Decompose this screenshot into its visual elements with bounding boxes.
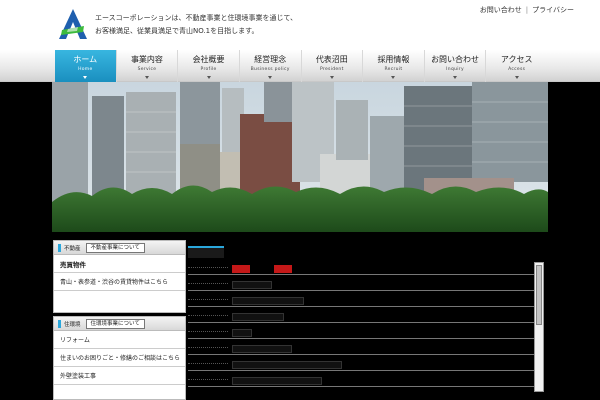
nav-item-policy[interactable]: 経営理念 Business policy — [240, 50, 302, 82]
row-divider — [188, 315, 228, 316]
hero-image — [52, 82, 548, 232]
news-panel — [188, 240, 543, 400]
box-header: 不動産 不動産事業について — [54, 241, 185, 255]
nav-sublabel: President — [319, 67, 344, 72]
news-row[interactable] — [188, 376, 538, 387]
nav-label: アクセス — [500, 55, 533, 64]
exterior-paint-link[interactable]: 外壁塗装工事 — [54, 367, 185, 385]
news-text — [232, 345, 292, 353]
living-environment-box: 住環境 住環境事業について リフォーム 住まいのお困りごと・修繕のご相談はこちら… — [53, 316, 186, 400]
rental-properties-link[interactable]: 青山・表参道・渋谷の賃貸物件はこちら — [54, 273, 185, 291]
new-badge — [274, 265, 292, 273]
news-text — [232, 377, 322, 385]
news-text — [232, 313, 284, 321]
news-tab[interactable] — [188, 246, 224, 258]
nav-item-service[interactable]: 事業内容 Service — [117, 50, 179, 82]
row-divider — [188, 331, 228, 332]
row-divider — [188, 299, 228, 300]
row-divider — [188, 363, 228, 364]
tagline-line-1: エースコーポレーションは、不動産事業と住環境事業を通じて、 — [95, 14, 298, 22]
box-category: 住環境 — [64, 321, 81, 328]
news-row[interactable] — [188, 264, 538, 275]
new-badge — [232, 265, 250, 273]
nav-label: 事業内容 — [130, 55, 163, 64]
top-links: お問い合わせ | プライバシー — [476, 5, 578, 15]
nav-sublabel: Home — [78, 67, 93, 72]
row-divider — [188, 379, 228, 380]
city-skyline-image — [52, 82, 548, 232]
nav-item-access[interactable]: アクセス Access — [486, 50, 547, 82]
caret-down-icon — [206, 76, 211, 79]
accent-bar-icon — [58, 243, 61, 252]
news-row[interactable] — [188, 344, 538, 355]
scrollbar-thumb[interactable] — [536, 265, 542, 325]
news-text — [232, 361, 342, 369]
news-row[interactable] — [188, 280, 538, 291]
news-row[interactable] — [188, 312, 538, 323]
nav-label: お問い合わせ — [431, 55, 480, 64]
box-category: 不動産 — [64, 245, 81, 252]
news-row[interactable] — [188, 360, 538, 371]
nav-sublabel: Business policy — [250, 67, 290, 72]
caret-down-icon — [329, 76, 334, 79]
real-estate-box: 不動産 不動産事業について 売買物件 青山・表参道・渋谷の賃貸物件はこちら — [53, 240, 186, 313]
nav-items: ホーム Home 事業内容 Service 会社概要 Profile 経営理念 … — [55, 50, 547, 82]
top-link-privacy[interactable]: プライバシー — [528, 5, 578, 15]
nav-label: 経営理念 — [254, 55, 287, 64]
news-row[interactable] — [188, 296, 538, 307]
main-nav: ホーム Home 事業内容 Service 会社概要 Profile 経営理念 … — [0, 50, 600, 82]
reform-link[interactable]: リフォーム — [54, 331, 185, 349]
nav-item-president[interactable]: 代表沼田 President — [302, 50, 364, 82]
nav-sublabel: Access — [508, 67, 526, 72]
nav-sublabel: Service — [137, 67, 157, 72]
nav-item-recruit[interactable]: 採用情報 Recruit — [363, 50, 425, 82]
nav-label: 代表沼田 — [315, 55, 348, 64]
nav-item-home[interactable]: ホーム Home — [55, 50, 117, 82]
nav-sublabel: Inquiry — [446, 67, 464, 72]
tagline: エースコーポレーションは、不動産事業と住環境事業を通じて、 お客様満足、従業員満… — [95, 12, 297, 38]
accent-bar-icon — [58, 319, 61, 328]
repair-consult-link[interactable]: 住まいのお困りごと・修繕のご相談はこちら — [54, 349, 185, 367]
news-text — [232, 281, 272, 289]
row-divider — [188, 267, 228, 268]
caret-down-icon — [144, 76, 149, 79]
caret-down-icon — [83, 76, 88, 79]
caret-down-icon — [391, 76, 396, 79]
nav-label: ホーム — [73, 55, 98, 64]
nav-item-inquiry[interactable]: お問い合わせ Inquiry — [425, 50, 487, 82]
caret-down-icon — [453, 76, 458, 79]
sales-properties-link[interactable]: 売買物件 — [54, 255, 185, 273]
caret-down-icon — [268, 76, 273, 79]
tagline-line-2: お客様満足、従業員満足で青山NO.1を目指します。 — [95, 27, 259, 35]
nav-sublabel: Profile — [200, 67, 217, 72]
news-scrollbar[interactable] — [534, 262, 544, 392]
row-divider — [188, 283, 228, 284]
ace-logo-icon[interactable] — [58, 8, 88, 40]
box-header: 住環境 住環境事業について — [54, 317, 185, 331]
real-estate-about-button[interactable]: 不動産事業について — [85, 242, 145, 253]
nav-label: 会社概要 — [192, 55, 225, 64]
nav-item-profile[interactable]: 会社概要 Profile — [178, 50, 240, 82]
news-row[interactable] — [188, 328, 538, 339]
caret-down-icon — [514, 76, 519, 79]
news-text — [232, 297, 304, 305]
news-text — [232, 329, 252, 337]
living-about-button[interactable]: 住環境事業について — [85, 318, 145, 329]
top-link-contact[interactable]: お問い合わせ — [476, 5, 526, 15]
nav-sublabel: Recruit — [384, 67, 403, 72]
site-header: エースコーポレーションは、不動産事業と住環境事業を通じて、 お客様満足、従業員満… — [0, 0, 600, 44]
row-divider — [188, 347, 228, 348]
nav-label: 採用情報 — [377, 55, 410, 64]
